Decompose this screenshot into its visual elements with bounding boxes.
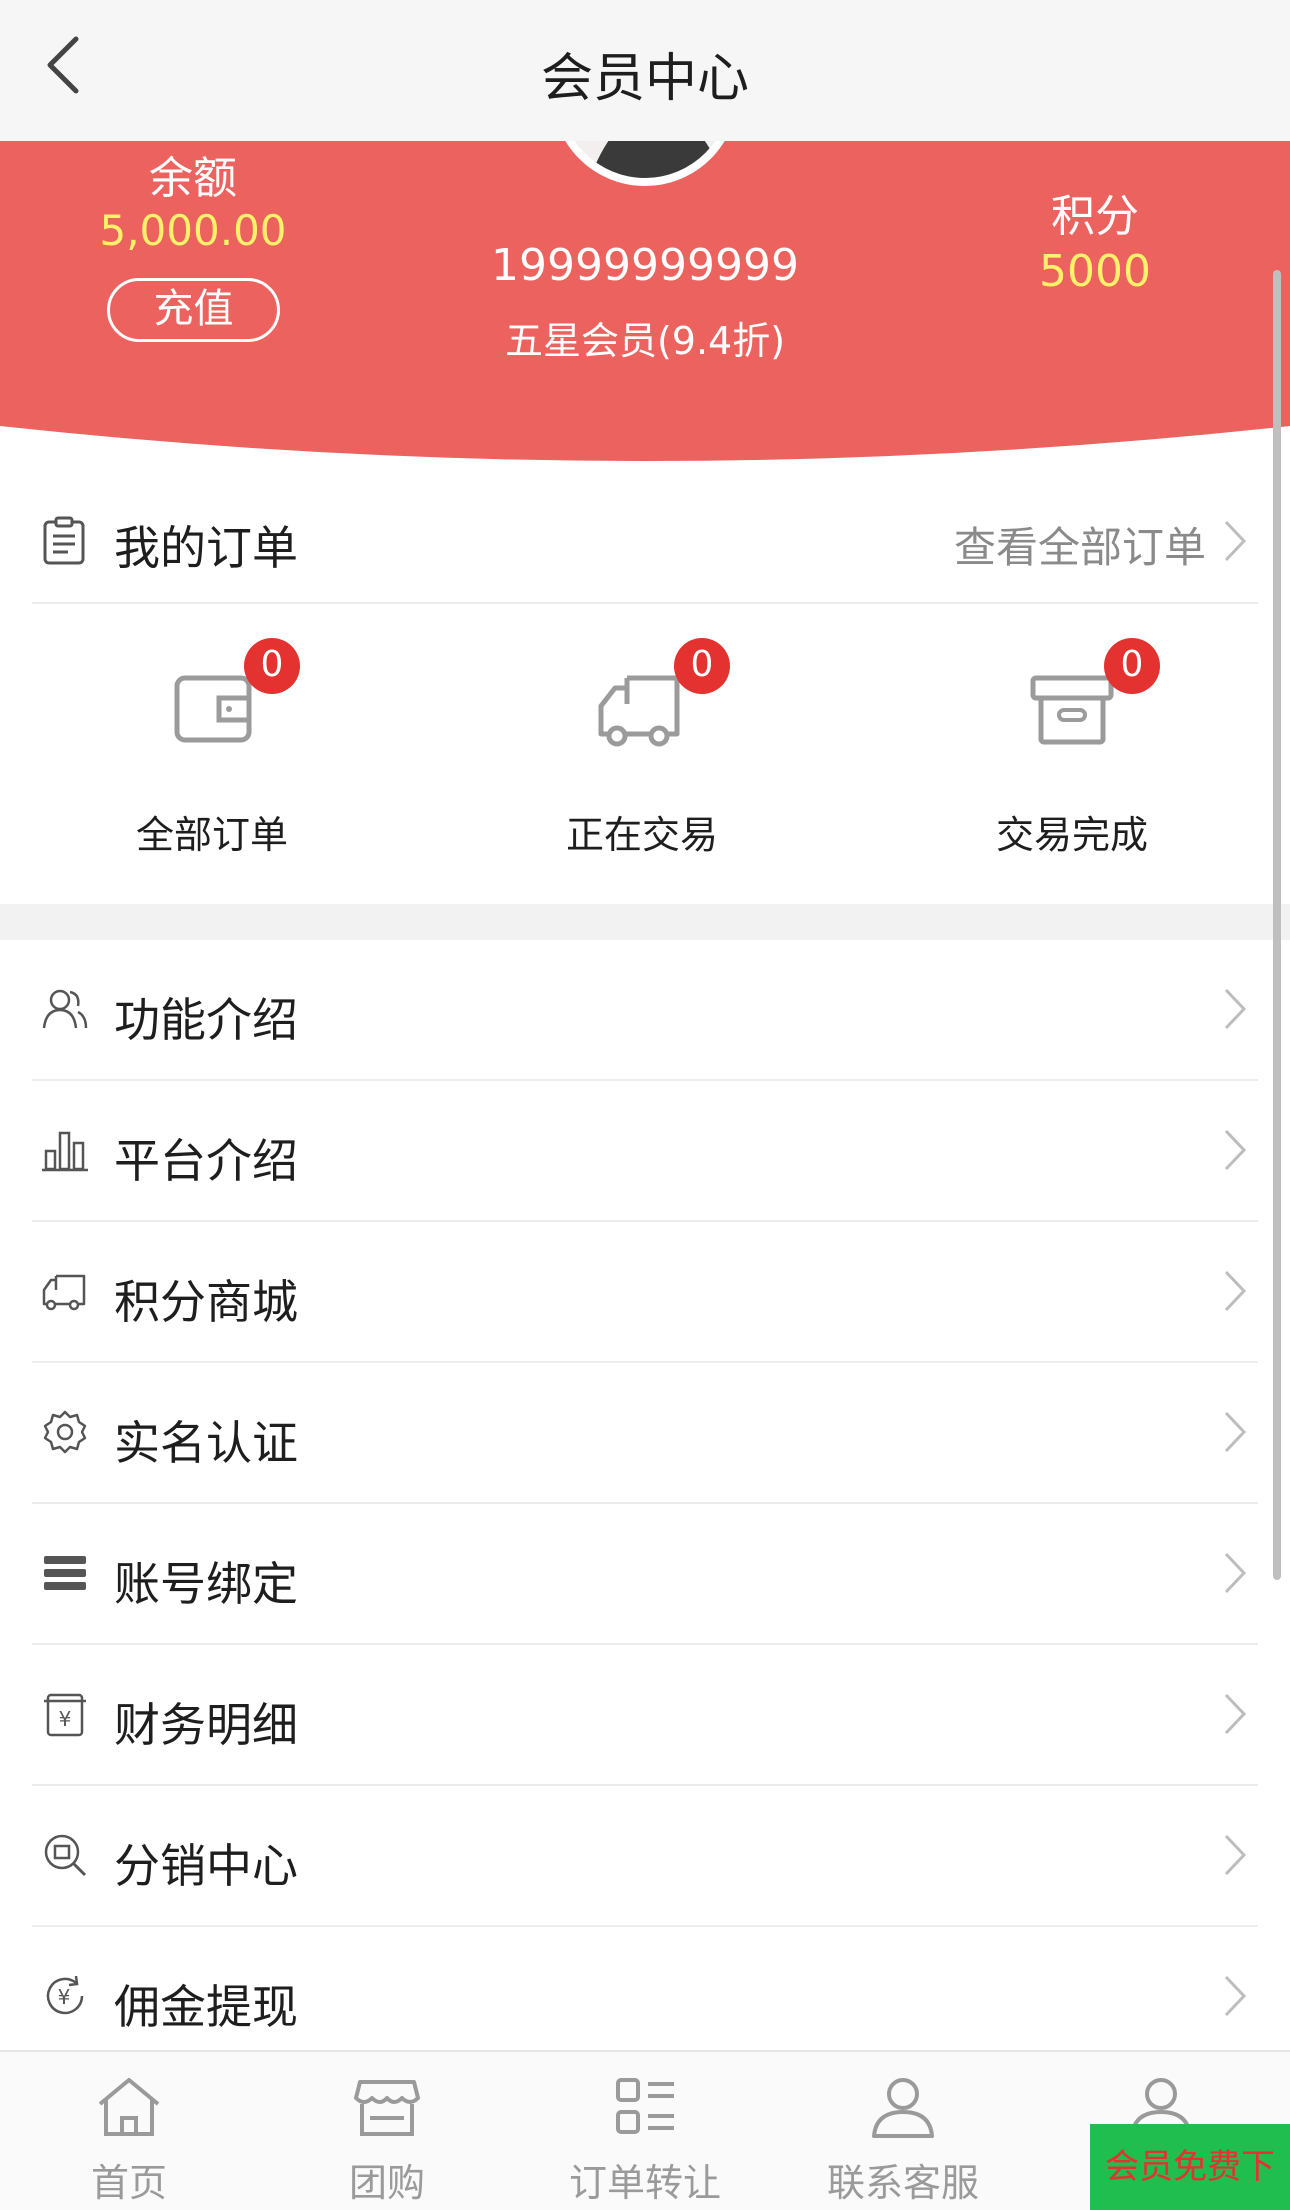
person-icon <box>872 2078 934 2138</box>
balance-value: 5,000.00 <box>99 206 287 255</box>
order-status-completed[interactable]: 0 交易完成 <box>922 604 1222 904</box>
tab-home[interactable]: 首页 <box>0 2052 258 2210</box>
menu-item-label: 佣金提现 <box>114 1980 298 2034</box>
order-status-grid: 0 全部订单 0 正在交易 0 交易完成 <box>0 604 1290 904</box>
order-status-in-progress[interactable]: 0 正在交易 <box>492 604 792 904</box>
menu-item-label: 功能介绍 <box>114 993 298 1047</box>
scrollbar[interactable] <box>1273 270 1281 1580</box>
users-icon <box>42 989 88 1029</box>
balance-label: 余额 <box>149 153 237 204</box>
points-value: 5000 <box>1039 246 1151 297</box>
bar-chart-icon <box>42 1131 88 1172</box>
my-orders-title: 我的订单 <box>114 521 298 575</box>
menu-item-label: 实名认证 <box>114 1416 298 1470</box>
chevron-right-icon <box>1224 1975 1247 2017</box>
chevron-right-icon <box>1224 1129 1247 1171</box>
home-icon <box>98 2078 160 2136</box>
search-shop-icon <box>44 1834 87 1877</box>
tab-group-buy[interactable]: 团购 <box>258 2052 516 2210</box>
free-download-banner[interactable]: 会员免费下载 <box>1090 2124 1290 2210</box>
tab-order-transfer[interactable]: 订单转让 <box>516 2052 774 2210</box>
yuan-refresh-icon: ¥ <box>46 1975 84 2015</box>
menu-item-finance[interactable]: ¥ 财务明细 <box>32 1645 1258 1786</box>
menu-item-label: 分销中心 <box>114 1839 298 1893</box>
menu-item-account-binding[interactable]: 账号绑定 <box>32 1504 1258 1645</box>
svg-text:¥: ¥ <box>58 1985 71 2009</box>
tab-label: 首页 <box>90 2161 167 2205</box>
order-count-badge: 0 <box>674 638 730 694</box>
member-level: 五星会员(9.4折) <box>504 319 786 363</box>
order-status-label: 交易完成 <box>995 813 1148 857</box>
wallet-icon <box>174 675 252 743</box>
yuan-receipt-icon: ¥ <box>44 1693 86 1737</box>
chevron-right-icon <box>1224 520 1247 562</box>
order-status-label: 全部订单 <box>135 813 288 857</box>
tab-label: 团购 <box>348 2161 425 2205</box>
menu-item-label: 平台介绍 <box>114 1134 298 1188</box>
tab-customer-service[interactable]: 联系客服 <box>774 2052 1032 2210</box>
tab-label: 联系客服 <box>826 2161 979 2205</box>
truck-icon <box>598 675 680 747</box>
order-count-badge: 0 <box>244 638 300 694</box>
section-divider <box>0 904 1290 940</box>
order-count-badge: 0 <box>1104 638 1160 694</box>
menu-item-withdraw[interactable]: ¥ 佣金提现 <box>32 1927 1258 2068</box>
list-grid-icon <box>616 2078 674 2134</box>
user-phone: 19999999999 <box>491 240 799 291</box>
view-all-orders-link[interactable]: 查看全部订单 <box>954 514 1206 575</box>
tab-label: 订单转让 <box>568 2161 721 2205</box>
chevron-right-icon <box>1224 1270 1247 1312</box>
menu-item-label: 账号绑定 <box>114 1557 298 1611</box>
menu-item-label: 积分商城 <box>114 1275 298 1329</box>
list-bars-icon <box>44 1556 86 1590</box>
menu-item-distribution[interactable]: 分销中心 <box>32 1786 1258 1927</box>
clipboard-icon <box>43 516 85 565</box>
recharge-button[interactable]: 充值 <box>107 278 280 342</box>
my-orders-row[interactable]: 我的订单 查看全部订单 <box>32 480 1258 604</box>
archive-box-icon <box>1030 675 1114 745</box>
truck-icon <box>42 1274 86 1311</box>
svg-text:¥: ¥ <box>59 1707 72 1731</box>
chevron-right-icon <box>1224 1693 1247 1735</box>
menu-item-platform[interactable]: 平台介绍 <box>32 1081 1258 1222</box>
chevron-right-icon <box>1224 1834 1247 1876</box>
order-status-label: 正在交易 <box>565 813 718 857</box>
page-title: 会员中心 <box>540 49 749 109</box>
chevron-right-icon <box>1224 1411 1247 1453</box>
order-status-all[interactable]: 0 全部订单 <box>62 604 362 904</box>
menu-item-features[interactable]: 功能介绍 <box>32 940 1258 1081</box>
menu-item-points-mall[interactable]: 积分商城 <box>32 1222 1258 1363</box>
chevron-right-icon <box>1224 988 1247 1030</box>
menu-item-verification[interactable]: 实名认证 <box>32 1363 1258 1504</box>
chevron-right-icon <box>1224 1552 1247 1594</box>
points-label: 积分 <box>1051 191 1139 242</box>
top-nav-bar: 会员中心 <box>0 0 1290 141</box>
menu-item-label: 财务明细 <box>114 1698 298 1752</box>
store-icon <box>354 2080 420 2136</box>
gear-icon <box>43 1410 87 1454</box>
menu-list: 功能介绍 平台介绍 积分商城 实名认证 账号绑定 ¥ 财务明细 分销中心 ¥ 佣… <box>0 940 1290 2068</box>
